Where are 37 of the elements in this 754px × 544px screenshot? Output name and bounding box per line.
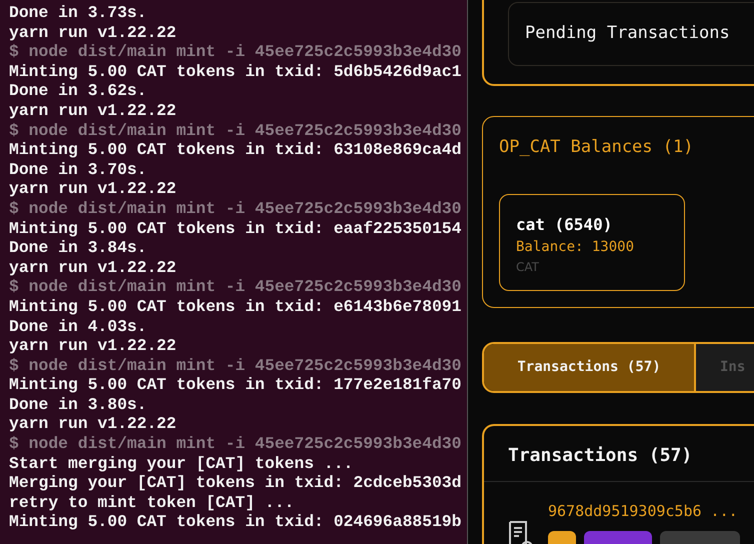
command-line: $ node dist/main mint -i 45ee725c2c5993b3e4d30 (9, 356, 462, 376)
transactions-heading: Transactions (57) (484, 426, 754, 482)
token-symbol: CAT (516, 259, 540, 276)
document-clock-icon (508, 520, 534, 544)
output-line: yarn run v1.22.22 (9, 414, 178, 434)
command-line: $ node dist/main mint -i 45ee725c2c5993b3e4d30 (9, 277, 462, 297)
output-line: Minting 5.00 CAT tokens in txid: eaaf225350154 (9, 218, 462, 238)
output-line: yarn run v1.22.22 (9, 179, 178, 199)
output-line: Merging your [CAT] tokens in txid: 2cdceb5303d (9, 473, 462, 493)
output-line: Minting 5.00 CAT tokens in txid: 5d6b5426d9ac1 (9, 62, 462, 82)
output-line: Minting 5.00 CAT tokens in txid: 63108e869ca4d (9, 140, 462, 160)
output-line: retry to mint token [CAT] ... (9, 492, 296, 512)
pending-transactions-button[interactable]: Pending Transactions (508, 2, 754, 66)
output-line: Minting 5.00 CAT tokens in txid: e6143b6e78091 (9, 296, 462, 316)
tab[interactable]: Transactions (57) (484, 344, 696, 391)
output-line: yarn run v1.22.22 (9, 336, 178, 356)
token-balance: Balance: 13000 (516, 238, 636, 257)
output-line: Start merging your [CAT] tokens ... (9, 454, 354, 474)
output-line: Done in 3.70s. (9, 160, 148, 180)
output-line: Minting 5.00 CAT tokens in txid: 024696a88519b (9, 512, 462, 532)
output-line: Done in 3.80s. (9, 394, 148, 414)
command-line: $ node dist/main mint -i 45ee725c2c5993b3e4d30 (9, 198, 462, 219)
output-line: Done in 3.84s. (9, 238, 148, 258)
output-line: Done in 4.03s. (9, 316, 148, 336)
output-line: Done in 3.73s. (9, 3, 148, 23)
command-line: $ node dist/main mint -i 45ee725c2c5993b3e4d30 (9, 434, 462, 454)
output-line: yarn run v1.22.22 (9, 100, 178, 121)
command-line: $ node dist/main mint -i 45ee725c2c5993b3e4d30 (9, 120, 462, 140)
token-card[interactable]: cat (6540) Balance: 13000 CAT (499, 194, 685, 291)
output-line: Minting 5.00 CAT tokens in txid: 177e2e181fa70 (9, 375, 462, 395)
token-name: cat (6540) (516, 214, 614, 236)
output-line: Done in 3.62s. (9, 81, 148, 101)
output-line: yarn run v1.22.22 (9, 258, 178, 278)
transaction-id-link[interactable]: 9678dd9519309c5b6 ... (548, 500, 740, 522)
output-line: yarn run v1.22.22 (9, 22, 178, 42)
balances-title: OP_CAT Balances (1) (499, 136, 694, 158)
command-line: $ node dist/main mint -i 45ee725c2c5993b3e4d30 (9, 42, 462, 62)
